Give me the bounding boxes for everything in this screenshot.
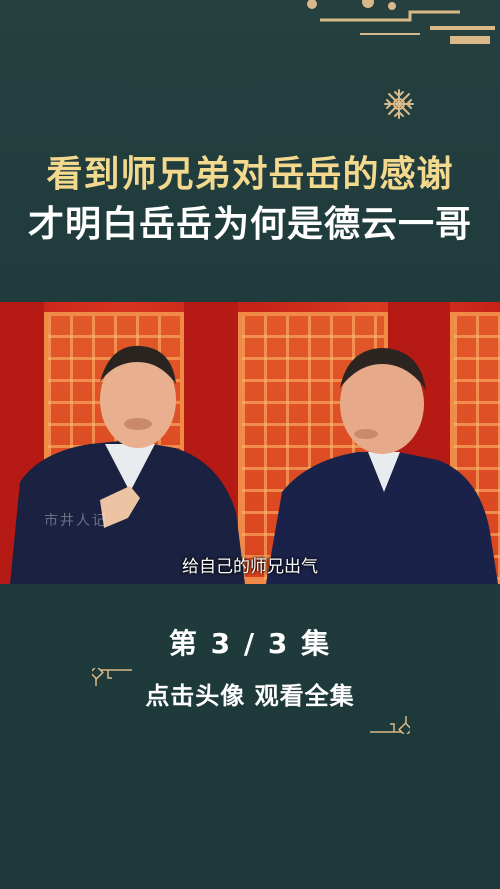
video-watermark: 市井人记 bbox=[44, 513, 108, 529]
video-title: 看到师兄弟对岳岳的感谢 才明白岳岳为何是德云一哥 bbox=[0, 150, 500, 250]
title-line-1: 看到师兄弟对岳岳的感谢 bbox=[46, 154, 454, 195]
left-performer bbox=[10, 345, 245, 584]
episode-label: 第 3 / 3 集 bbox=[168, 627, 332, 660]
snowflake-ornament-icon bbox=[384, 89, 414, 119]
watch-full-series-button[interactable]: 点击头像 观看全集 bbox=[0, 676, 500, 711]
video-page: 看到师兄弟对岳岳的感谢 才明白岳岳为何是德云一哥 市井人记 给自己的师兄出气 第… bbox=[0, 0, 500, 889]
right-performer bbox=[266, 348, 498, 584]
video-player[interactable]: 市井人记 bbox=[0, 302, 500, 584]
title-line-2: 才明白岳岳为何是德云一哥 bbox=[27, 204, 472, 245]
video-subtitle: 给自己的师兄出气 bbox=[182, 557, 318, 577]
top-ornament-icon bbox=[307, 0, 495, 44]
